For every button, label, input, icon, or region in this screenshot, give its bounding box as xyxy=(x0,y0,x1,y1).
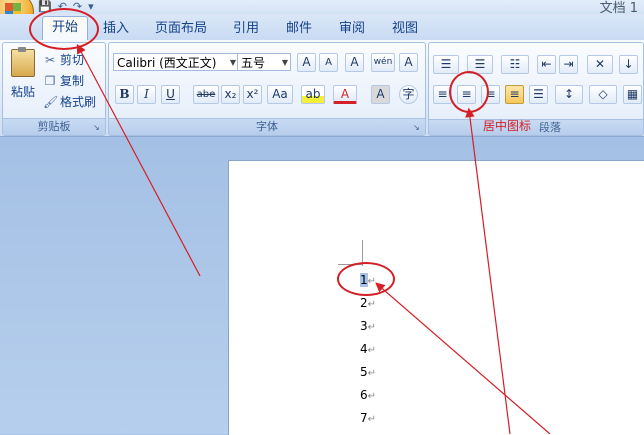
annotation-arrow-selection xyxy=(375,282,551,434)
annotation-arrow-home xyxy=(76,43,201,277)
annotation-arrow-center xyxy=(465,107,511,434)
annotation-arrows xyxy=(76,43,551,434)
